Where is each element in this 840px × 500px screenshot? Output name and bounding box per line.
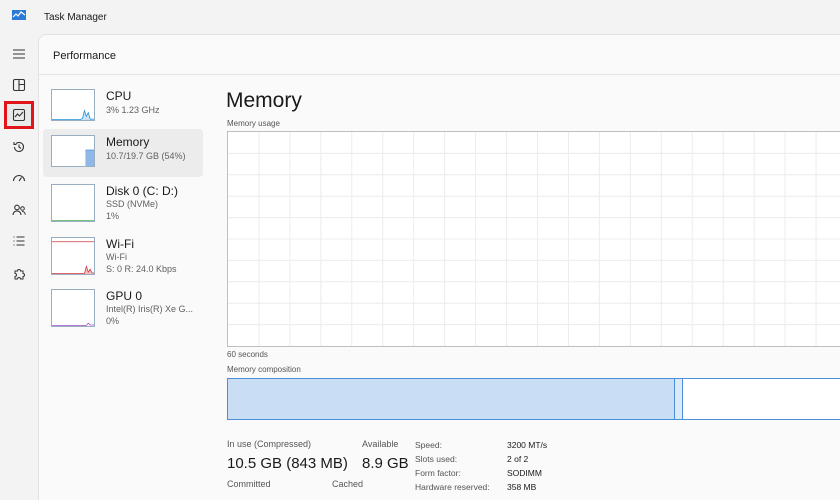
in-use-label: In use (Compressed) — [227, 439, 312, 449]
device-name: CPU — [106, 89, 132, 103]
device-name: Disk 0 (C: D:) — [106, 184, 178, 198]
device-name: GPU 0 — [106, 289, 143, 303]
nav-item-users[interactable] — [4, 196, 34, 224]
device-item-wifi[interactable]: Wi-Fi Wi-Fi S: 0 R: 24.0 Kbps — [43, 231, 203, 279]
nav-item-services[interactable] — [4, 260, 34, 288]
memory-composition-bar[interactable] — [227, 378, 840, 420]
memory-usage-label: Memory usage — [227, 119, 280, 128]
services-puzzle-icon — [14, 269, 25, 280]
content-panel: Performance CPU 3% 1.23 GHz Memory 10.7/… — [38, 34, 840, 500]
available-value: 8.9 GB — [362, 455, 409, 472]
spec-label: Speed: — [415, 440, 442, 450]
history-icon — [13, 141, 25, 153]
device-name: Wi-Fi — [106, 237, 134, 251]
device-detail: 3% 1.23 GHz — [106, 105, 160, 115]
in-use-value: 10.5 GB (843 MB) — [227, 455, 348, 472]
device-utilization: 1% — [106, 211, 120, 221]
spec-value: 2 of 2 — [507, 454, 529, 464]
device-item-disk[interactable]: Disk 0 (C: D:) SSD (NVMe) 1% — [43, 178, 203, 226]
details-list-icon — [13, 236, 25, 246]
performance-icon — [12, 108, 26, 122]
nav-item-performance[interactable] — [4, 101, 34, 129]
nav-item-processes[interactable] — [4, 71, 34, 99]
page-title: Performance — [53, 50, 116, 62]
device-detail: 10.7/19.7 GB (54%) — [106, 151, 186, 161]
memory-thumbnail-graph — [51, 135, 95, 167]
device-detail: Intel(R) Iris(R) Xe G... — [106, 304, 194, 314]
hamburger-menu-icon — [13, 49, 25, 59]
cpu-thumbnail-graph — [51, 89, 95, 121]
committed-label: Committed — [227, 479, 271, 489]
available-label: Available — [362, 439, 399, 449]
nav-item-details[interactable] — [4, 227, 34, 255]
window-title: Task Manager — [44, 12, 107, 23]
spec-value: 358 MB — [507, 482, 537, 492]
gpu-thumbnail-graph — [51, 289, 95, 327]
time-span-label: 60 seconds — [227, 350, 268, 359]
device-name: Memory — [106, 135, 150, 149]
nav-menu-button[interactable] — [4, 40, 34, 68]
device-detail: SSD (NVMe) — [106, 199, 159, 209]
device-item-cpu[interactable]: CPU 3% 1.23 GHz — [43, 83, 203, 131]
processes-icon — [12, 78, 26, 92]
device-detail: Wi-Fi — [106, 252, 127, 262]
cached-label: Cached — [332, 479, 364, 489]
device-item-memory[interactable]: Memory 10.7/19.7 GB (54%) — [43, 129, 203, 177]
task-manager-logo-icon — [12, 10, 26, 20]
spec-value: SODIMM — [507, 468, 542, 478]
device-throughput: S: 0 R: 24.0 Kbps — [106, 264, 177, 274]
composition-modified-segment[interactable] — [675, 379, 683, 419]
detail-title: Memory — [226, 89, 302, 112]
device-utilization: 0% — [106, 316, 120, 326]
spec-label: Slots used: — [415, 454, 458, 464]
nav-item-startup-apps[interactable] — [4, 165, 34, 193]
users-icon — [12, 204, 26, 216]
device-item-gpu[interactable]: GPU 0 Intel(R) Iris(R) Xe G... 0% — [43, 283, 203, 331]
startup-gauge-icon — [12, 175, 26, 182]
disk-thumbnail-graph — [51, 184, 95, 222]
memory-usage-graph — [227, 131, 840, 347]
page-header: Performance — [39, 35, 840, 75]
nav-item-app-history[interactable] — [4, 133, 34, 161]
spec-value: 3200 MT/s — [507, 440, 548, 450]
composition-in-use-segment[interactable] — [228, 379, 675, 419]
navigation-rail — [0, 34, 38, 500]
memory-composition-label: Memory composition — [227, 365, 301, 374]
spec-label: Hardware reserved: — [415, 482, 490, 492]
spec-label: Form factor: — [415, 468, 461, 478]
title-bar: Task Manager — [0, 0, 840, 34]
wifi-thumbnail-graph — [51, 237, 95, 275]
